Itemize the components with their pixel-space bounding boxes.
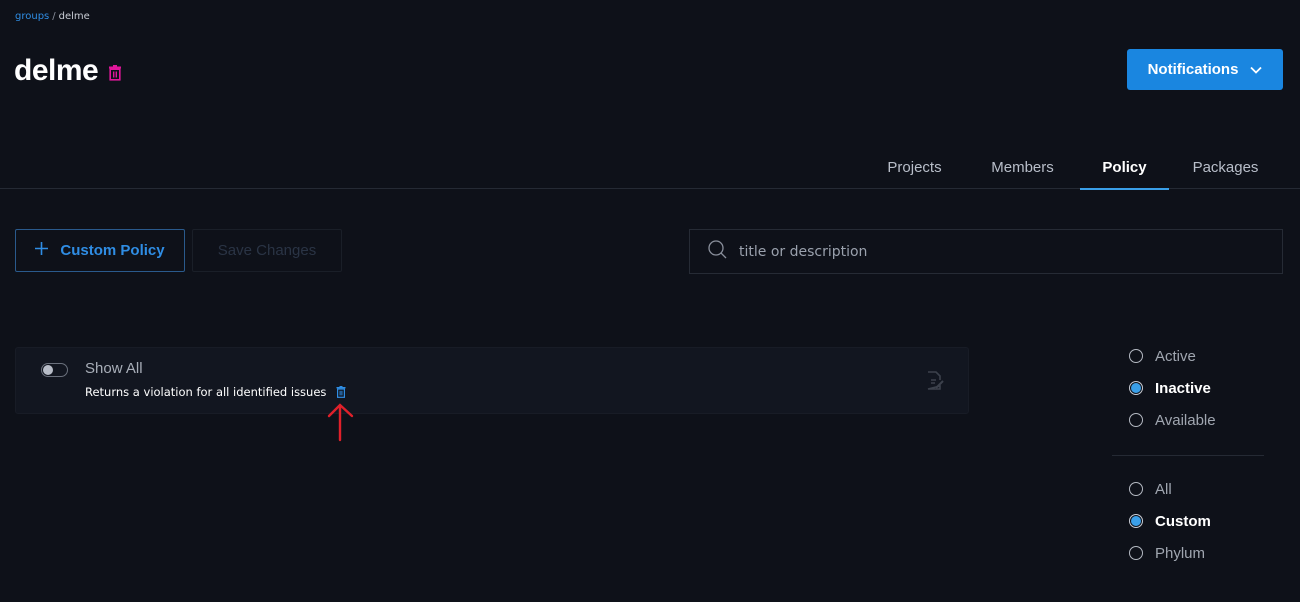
tab-policy[interactable]: Policy bbox=[1080, 147, 1169, 190]
status-filter-group: Active Inactive Available bbox=[1112, 340, 1264, 436]
policy-description-row: Returns a violation for all identified i… bbox=[85, 385, 346, 399]
filter-panel: Active Inactive Available All Custom Phy… bbox=[1112, 340, 1264, 569]
chevron-down-icon bbox=[1250, 61, 1263, 78]
filter-divider bbox=[1112, 455, 1264, 456]
policy-title: Show All bbox=[85, 360, 143, 377]
radio-circle bbox=[1129, 349, 1143, 363]
filter-radio-phylum[interactable]: Phylum bbox=[1112, 537, 1264, 569]
tab-projects[interactable]: Projects bbox=[867, 147, 962, 189]
custom-policy-label: Custom Policy bbox=[60, 242, 165, 259]
search-box bbox=[689, 229, 1283, 274]
radio-circle bbox=[1129, 381, 1143, 395]
breadcrumb-current: delme bbox=[58, 11, 90, 22]
tab-members[interactable]: Members bbox=[975, 147, 1070, 189]
add-custom-policy-button[interactable]: Custom Policy bbox=[15, 229, 185, 272]
search-icon bbox=[708, 239, 727, 264]
radio-label: All bbox=[1155, 480, 1172, 498]
plus-icon bbox=[35, 242, 49, 259]
radio-label: Custom bbox=[1155, 512, 1211, 530]
source-filter-group: All Custom Phylum bbox=[1112, 473, 1264, 569]
policy-enable-toggle[interactable] bbox=[41, 363, 68, 377]
notifications-label: Notifications bbox=[1147, 61, 1239, 78]
filter-radio-available[interactable]: Available bbox=[1112, 404, 1264, 436]
page-title: delme bbox=[14, 54, 99, 87]
tab-packages[interactable]: Packages bbox=[1178, 147, 1273, 189]
radio-label: Phylum bbox=[1155, 544, 1206, 562]
radio-circle bbox=[1129, 546, 1143, 560]
edit-policy-icon[interactable] bbox=[927, 371, 944, 390]
breadcrumb-separator: / bbox=[52, 11, 56, 22]
delete-policy-trash-icon[interactable] bbox=[336, 386, 346, 398]
policy-description: Returns a violation for all identified i… bbox=[85, 385, 327, 399]
filter-radio-active[interactable]: Active bbox=[1112, 340, 1264, 372]
tab-bar: Projects Members Policy Packages bbox=[0, 147, 1300, 190]
delete-group-trash-icon[interactable] bbox=[108, 65, 122, 81]
radio-circle bbox=[1129, 514, 1143, 528]
save-changes-button[interactable]: Save Changes bbox=[192, 229, 342, 272]
filter-radio-inactive[interactable]: Inactive bbox=[1112, 372, 1264, 404]
search-input[interactable] bbox=[739, 243, 1259, 260]
breadcrumb-groups-link[interactable]: groups bbox=[15, 11, 49, 22]
filter-radio-all[interactable]: All bbox=[1112, 473, 1264, 505]
radio-label: Active bbox=[1155, 347, 1196, 365]
radio-circle bbox=[1129, 482, 1143, 496]
radio-label: Available bbox=[1155, 411, 1216, 429]
radio-label: Inactive bbox=[1155, 379, 1211, 397]
annotation-arrow-icon bbox=[327, 403, 354, 442]
title-row: delme bbox=[14, 54, 122, 88]
radio-circle bbox=[1129, 413, 1143, 427]
breadcrumb: groups / delme bbox=[15, 11, 90, 22]
policy-card: Show All Returns a violation for all ide… bbox=[15, 347, 969, 414]
notifications-button[interactable]: Notifications bbox=[1127, 49, 1283, 90]
toggle-knob bbox=[43, 365, 53, 375]
filter-radio-custom[interactable]: Custom bbox=[1112, 505, 1264, 537]
